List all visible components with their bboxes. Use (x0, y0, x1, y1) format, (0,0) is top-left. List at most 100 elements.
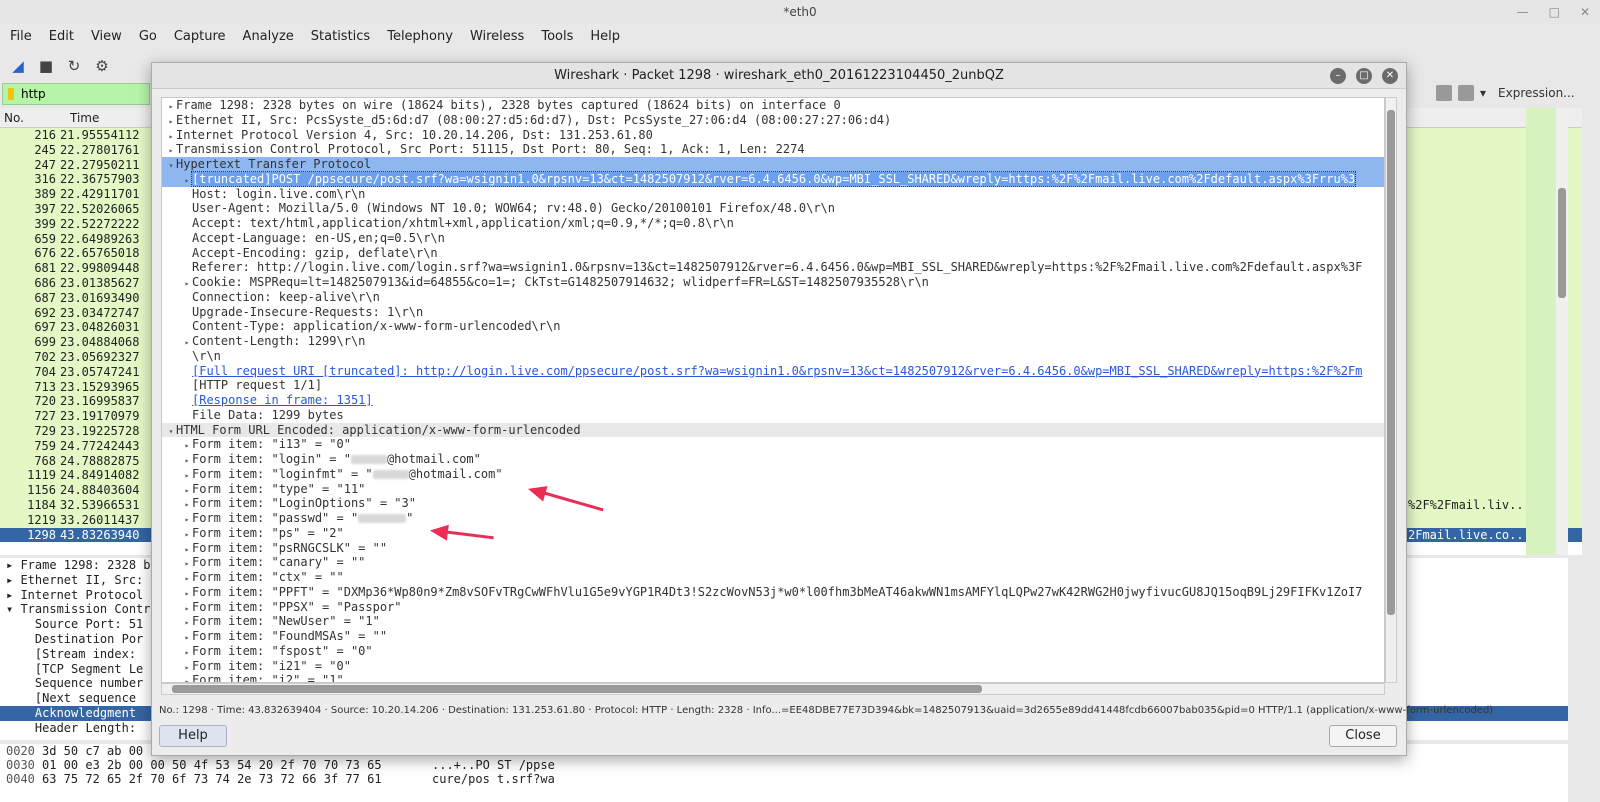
tree-item[interactable]: ▸ Form item: "ps" = "2" (162, 526, 1384, 541)
dialog-title: Wireshark · Packet 1298 · wireshark_eth0… (152, 63, 1406, 89)
tree-item-label: Form item: "psRNGCSLK" = "" (192, 540, 388, 555)
tree-item-label: Form item: "passwd" = " (192, 511, 359, 525)
packet-list-scrollbar[interactable] (1556, 108, 1568, 555)
restart-capture-icon[interactable]: ↻ (64, 56, 84, 76)
tree-item[interactable]: Connection: keep-alive\r\n (162, 290, 1384, 305)
tree-item[interactable]: ▸ Ethernet II, Src: PcsSyste_d5:6d:d7 (08… (162, 113, 1384, 128)
menu-view[interactable]: View (91, 26, 122, 48)
menu-capture[interactable]: Capture (174, 26, 226, 48)
tree-item-label: Form item: "ps" = "2" (192, 525, 344, 540)
window-title-bar: *eth0 — □ ✕ (0, 0, 1600, 24)
tree-item[interactable]: [HTTP request 1/1] (162, 378, 1384, 393)
tree-item[interactable]: ▸ Form item: "login" = " @hotmail.com" (162, 452, 1384, 467)
column-header-time[interactable]: Time (60, 108, 150, 127)
dialog-minimize-icon[interactable]: – (1330, 68, 1346, 84)
tree-item-label: Form item: "NewUser" = "1" (192, 614, 380, 629)
packet-number: 247 (34, 157, 56, 172)
tree-item[interactable]: Referer: http://login.live.com/login.srf… (162, 260, 1384, 275)
tree-item[interactable]: [Full request URI [truncated]: http://lo… (162, 364, 1384, 379)
menu-file[interactable]: File (10, 26, 32, 48)
tree-item[interactable]: ▸ Form item: "LoginOptions" = "3" (162, 496, 1384, 511)
close-icon[interactable]: ✕ (1580, 0, 1590, 24)
tree-item[interactable]: ▸ Frame 1298: 2328 bytes on wire (18624 b… (162, 98, 1384, 113)
tree-item[interactable]: ▸ Form item: "canary" = "" (162, 555, 1384, 570)
tree-item[interactable]: ▸ Transmission Control Protocol, Src Port… (162, 142, 1384, 157)
tree-item[interactable]: Upgrade-Insecure-Requests: 1\r\n (162, 305, 1384, 320)
packet-time: 23.04884068 (60, 335, 140, 350)
help-button[interactable]: Help (159, 725, 227, 747)
shark-fin-start-icon[interactable]: ◢ (8, 56, 28, 76)
menu-telephony[interactable]: Telephony (387, 26, 453, 48)
tree-item[interactable]: ▸ Form item: "fspost" = "0" (162, 644, 1384, 659)
tree-item[interactable]: Accept-Encoding: gzip, deflate\r\n (162, 246, 1384, 261)
packet-list-scroll-thumb[interactable] (1558, 188, 1566, 298)
tree-item[interactable]: User-Agent: Mozilla/5.0 (Windows NT 10.0… (162, 201, 1384, 216)
menu-wireless[interactable]: Wireless (470, 26, 524, 48)
tree-item[interactable]: ▸ Form item: "ctx" = "" (162, 570, 1384, 585)
tree-item[interactable]: ▸ [truncated]POST /ppsecure/post.srf?wa=w… (162, 170, 1384, 187)
menu-analyze[interactable]: Analyze (243, 26, 294, 48)
packet-number: 729 (34, 423, 56, 438)
menu-help[interactable]: Help (590, 26, 620, 48)
tree-horizontal-scrollbar[interactable] (161, 683, 1385, 695)
close-button[interactable]: Close (1329, 725, 1397, 747)
packet-time: 22.52272222 (60, 216, 140, 231)
packet-time: 23.05692327 (60, 349, 140, 364)
tree-item[interactable]: [Response in frame: 1351] (162, 393, 1384, 408)
tree-item[interactable]: Content-Type: application/x-www-form-url… (162, 319, 1384, 334)
tree-horizontal-scroll-thumb[interactable] (172, 685, 982, 693)
tree-item[interactable]: \r\n (162, 349, 1384, 364)
packet-time: 23.19225728 (60, 423, 140, 438)
tree-item[interactable]: ▸ Form item: "passwd" = " " (162, 511, 1384, 526)
packet-time: 21.95554112 (60, 128, 140, 142)
tree-item[interactable]: ▸ Cookie: MSPRequ=lt=1482507913&id=64855&… (162, 275, 1384, 290)
capture-options-icon[interactable]: ⚙ (92, 56, 112, 76)
tree-item[interactable]: ▸ Form item: "PPFT" = "DXMp36*Wp80n9*Zm8v… (162, 585, 1384, 600)
menu-go[interactable]: Go (139, 26, 157, 48)
tree-item[interactable]: ▸ Form item: "i21" = "0" (162, 659, 1384, 674)
tree-item[interactable]: ▸ Form item: "i2" = "1" (162, 673, 1384, 682)
hex-off: 0030 (6, 758, 35, 772)
tree-item[interactable]: ▸ Form item: "PPSX" = "Passpor" (162, 600, 1384, 615)
packet-list-minimap[interactable] (1526, 108, 1556, 555)
tree-item[interactable]: ▸ Form item: "NewUser" = "1" (162, 614, 1384, 629)
stop-capture-icon[interactable]: ■ (36, 56, 56, 76)
clear-filter-icon[interactable] (1436, 85, 1452, 101)
dialog-close-icon[interactable]: ✕ (1382, 68, 1398, 84)
packet-time: 22.42911701 (60, 187, 140, 202)
tree-vertical-scroll-thumb[interactable] (1387, 110, 1395, 615)
maximize-icon[interactable]: □ (1549, 0, 1560, 24)
tree-item[interactable]: ▸ Internet Protocol Version 4, Src: 10.20… (162, 128, 1384, 143)
tree-item[interactable]: ▸ Form item: "loginfmt" = " @hotmail.com" (162, 467, 1384, 482)
tree-item[interactable]: Host: login.live.com\r\n (162, 187, 1384, 202)
minimize-icon[interactable]: — (1517, 0, 1529, 24)
tree-item[interactable]: ▸ Form item: "FoundMSAs" = "" (162, 629, 1384, 644)
menu-edit[interactable]: Edit (49, 26, 74, 48)
tree-item[interactable]: ▸ Form item: "psRNGCSLK" = "" (162, 541, 1384, 556)
tree-vertical-scrollbar[interactable] (1385, 97, 1397, 683)
tree-item[interactable]: ▾ HTML Form URL Encoded: application/x-ww… (162, 422, 1384, 438)
expression-button[interactable]: Expression... (1498, 86, 1575, 100)
menu-tools[interactable]: Tools (541, 26, 573, 48)
packet-dialog: Wireshark · Packet 1298 · wireshark_eth0… (151, 62, 1493, 756)
tree-item[interactable]: ▸ Form item: "i13" = "0" (162, 437, 1384, 452)
tree-item[interactable]: Accept-Language: en-US,en;q=0.5\r\n (162, 231, 1384, 246)
hex-row[interactable]: 0030 01 00 e3 2b 00 00 50 4f 53 54 20 2f … (0, 758, 1568, 772)
packet-time: 22.64989263 (60, 231, 140, 246)
column-header-no[interactable]: No. (0, 108, 60, 127)
tree-item-label: @hotmail.com" (408, 466, 503, 481)
tree-item[interactable]: File Data: 1299 bytes (162, 408, 1384, 423)
filter-dropdown-icon[interactable]: ▾ (1480, 86, 1486, 100)
tree-item-label: Form item: "i21" = "0" (192, 658, 351, 673)
display-filter-input[interactable]: http (2, 83, 150, 105)
tree-item[interactable]: Accept: text/html,application/xhtml+xml,… (162, 216, 1384, 231)
tree-item[interactable]: ▸ Content-Length: 1299\r\n (162, 334, 1384, 349)
apply-filter-icon[interactable] (1458, 85, 1474, 101)
tree-item[interactable]: ▾ Hypertext Transfer Protocol (162, 157, 1384, 172)
collapsed-arrow-icon[interactable]: ▸ (182, 675, 192, 682)
tree-item[interactable]: ▸ Form item: "type" = "11" (162, 482, 1384, 497)
tree-item-label: Accept-Encoding: gzip, deflate\r\n (192, 245, 438, 260)
menu-statistics[interactable]: Statistics (311, 26, 370, 48)
hex-row[interactable]: 0040 63 75 72 65 2f 70 6f 73 74 2e 73 72 … (0, 772, 1568, 786)
dialog-maximize-icon[interactable]: □ (1356, 68, 1372, 84)
